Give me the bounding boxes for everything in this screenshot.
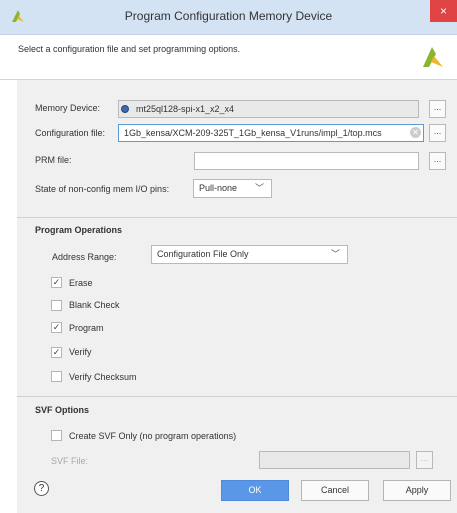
verify-checksum-checkbox[interactable] [51, 371, 62, 382]
ok-button[interactable]: OK [221, 480, 289, 501]
verify-checksum-label: Verify Checksum [69, 372, 137, 382]
blank-check-label: Blank Check [69, 300, 120, 310]
chevron-down-icon: ﹀ [330, 249, 340, 259]
title-bar: Program Configuration Memory Device × [0, 0, 457, 35]
dialog-header: Select a configuration file and set prog… [0, 35, 457, 80]
blank-check-checkbox[interactable] [51, 300, 62, 311]
address-range-label: Address Range: [52, 252, 117, 262]
erase-checkbox[interactable]: ✓ [51, 277, 62, 288]
svf-file-browse-button[interactable]: ... [416, 451, 433, 469]
create-svf-checkbox[interactable] [51, 430, 62, 441]
clear-icon[interactable]: ✕ [410, 127, 421, 138]
section-divider [17, 217, 457, 218]
window-title: Program Configuration Memory Device [124, 9, 333, 23]
prm-file-label: PRM file: [35, 155, 72, 165]
program-label: Program [69, 323, 104, 333]
svf-options-title: SVF Options [35, 405, 89, 415]
cancel-button[interactable]: Cancel [301, 480, 369, 501]
config-file-label: Configuration file: [35, 128, 106, 138]
memory-device-browse-button[interactable]: ... [429, 100, 446, 118]
verify-label: Verify [69, 347, 92, 357]
help-button[interactable]: ? [34, 481, 49, 496]
program-operations-title: Program Operations [35, 225, 123, 235]
state-pins-label: State of non-config mem I/O pins: [35, 184, 170, 194]
prm-file-input[interactable] [194, 152, 419, 170]
verify-checkbox[interactable]: ✓ [51, 347, 62, 358]
memory-device-field: mt25ql128-spi-x1_x2_x4 [118, 100, 419, 118]
svf-file-input[interactable] [259, 451, 410, 469]
dialog-body [17, 80, 457, 513]
address-range-dropdown[interactable]: Configuration File Only ﹀ [151, 245, 348, 264]
erase-label: Erase [69, 278, 93, 288]
memory-device-label: Memory Device: [35, 103, 101, 113]
dialog-subtitle: Select a configuration file and set prog… [18, 44, 241, 54]
config-file-input[interactable]: 1Gb_kensa/XCM-209-325T_1Gb_kensa_V1runs/… [118, 124, 424, 142]
create-svf-label: Create SVF Only (no program operations) [69, 431, 237, 441]
state-pins-dropdown[interactable]: Pull-none ﹀ [193, 179, 272, 198]
vivado-logo-icon [423, 47, 443, 69]
close-button[interactable]: × [430, 0, 457, 22]
memory-device-value: mt25ql128-spi-x1_x2_x4 [136, 104, 235, 114]
section-divider [17, 396, 457, 397]
apply-button[interactable]: Apply [383, 480, 451, 501]
state-pins-value: Pull-none [199, 183, 238, 193]
program-checkbox[interactable]: ✓ [51, 322, 62, 333]
address-range-value: Configuration File Only [157, 249, 249, 259]
prm-file-browse-button[interactable]: ... [429, 152, 446, 170]
svf-file-label: SVF File: [51, 456, 89, 466]
config-file-browse-button[interactable]: ... [429, 124, 446, 142]
chevron-down-icon: ﹀ [254, 183, 264, 193]
gear-icon [121, 105, 129, 113]
